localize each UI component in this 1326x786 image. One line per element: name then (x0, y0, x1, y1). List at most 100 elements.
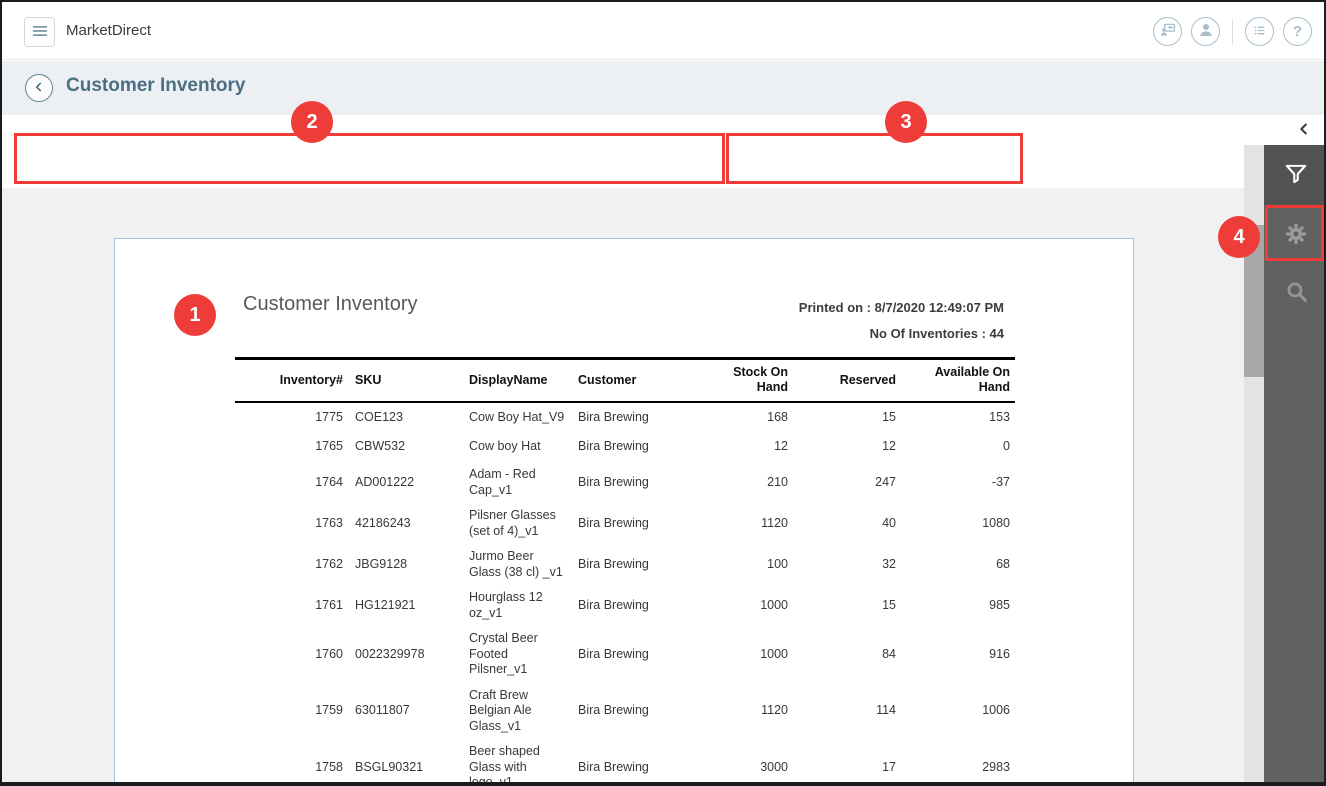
settings-panel-button[interactable] (1264, 205, 1326, 265)
table-row: 1759 63011807 Craft Brew Belgian Ale Gla… (235, 683, 1015, 740)
table-header: Inventory# SKU DisplayName Customer Stoc… (235, 359, 1015, 403)
header-divider (1232, 19, 1233, 45)
cell-sku: 42186243 (345, 503, 465, 544)
cell-inventory: 1759 (235, 683, 345, 740)
cell-customer: Bira Brewing (569, 462, 725, 503)
inventory-table: Inventory# SKU DisplayName Customer Stoc… (235, 357, 1015, 786)
filter-panel-button[interactable] (1264, 145, 1326, 205)
cell-customer: Bira Brewing (569, 585, 725, 626)
cell-sku: COE123 (345, 402, 465, 432)
cell-sku: BSGL90321 (345, 739, 465, 786)
cell-inventory: 1763 (235, 503, 345, 544)
cell-inventory: 1765 (235, 432, 345, 462)
cell-stock-on-hand: 1120 (725, 503, 790, 544)
cell-available-on-hand: 2983 (898, 739, 1015, 786)
list-button[interactable] (1245, 17, 1274, 46)
table-row: 1775 COE123 Cow Boy Hat_V9 Bira Brewing … (235, 402, 1015, 432)
gear-icon (1283, 221, 1309, 250)
support-icon (1159, 21, 1177, 42)
table-header-row: Inventory# SKU DisplayName Customer Stoc… (235, 359, 1015, 403)
table-row: 1761 HG121921 Hourglass 12 oz_v1 Bira Br… (235, 585, 1015, 626)
report-printed-on: Printed on : 8/7/2020 12:49:07 PM (799, 300, 1004, 315)
report-inventory-count: No Of Inventories : 44 (870, 326, 1004, 341)
cell-customer: Bira Brewing (569, 544, 725, 585)
app-window: MarketDirect (0, 0, 1326, 786)
cell-stock-on-hand: 1000 (725, 626, 790, 683)
cell-display-name: Craft Brew Belgian Ale Glass_v1 (465, 683, 569, 740)
cell-customer: Bira Brewing (569, 683, 725, 740)
cell-stock-on-hand: 168 (725, 402, 790, 432)
menu-button[interactable] (24, 17, 55, 47)
cell-display-name: Pilsner Glasses (set of 4)_v1 (465, 503, 569, 544)
table-body: 1775 COE123 Cow Boy Hat_V9 Bira Brewing … (235, 402, 1015, 786)
cell-inventory: 1762 (235, 544, 345, 585)
cell-inventory: 1764 (235, 462, 345, 503)
cell-available-on-hand: 1080 (898, 503, 1015, 544)
scrollbar-thumb[interactable] (1244, 225, 1264, 377)
top-header: MarketDirect (2, 2, 1324, 60)
table-row: 1760 0022329978 Crystal Beer Footed Pils… (235, 626, 1015, 683)
header-actions: ? (1153, 17, 1312, 46)
help-button[interactable]: ? (1283, 17, 1312, 46)
cell-inventory: 1761 (235, 585, 345, 626)
search-panel-button[interactable] (1264, 263, 1326, 323)
cell-available-on-hand: 916 (898, 626, 1015, 683)
cell-customer: Bira Brewing (569, 432, 725, 462)
column-header-inventory: Inventory# (235, 359, 345, 403)
cell-stock-on-hand: 1120 (725, 683, 790, 740)
cell-inventory: 1760 (235, 626, 345, 683)
cell-available-on-hand: 68 (898, 544, 1015, 585)
breadcrumb: Customer Inventory (2, 61, 1324, 115)
cell-sku: 63011807 (345, 683, 465, 740)
cell-reserved: 114 (790, 683, 898, 740)
table-row: 1765 CBW532 Cow boy Hat Bira Brewing 12 … (235, 432, 1015, 462)
report-page: Customer Inventory Printed on : 8/7/2020… (114, 238, 1134, 786)
cell-display-name: Cow Boy Hat_V9 (465, 402, 569, 432)
column-header-stock-on-hand: Stock On Hand (725, 359, 790, 403)
cell-inventory: 1758 (235, 739, 345, 786)
column-header-customer: Customer (569, 359, 725, 403)
cell-sku: HG121921 (345, 585, 465, 626)
cell-reserved: 12 (790, 432, 898, 462)
cell-display-name: Adam - Red Cap_v1 (465, 462, 569, 503)
cell-sku: JBG9128 (345, 544, 465, 585)
cell-customer: Bira Brewing (569, 503, 725, 544)
cell-available-on-hand: 0 (898, 432, 1015, 462)
cell-customer: Bira Brewing (569, 402, 725, 432)
search-icon (1284, 279, 1309, 307)
collapse-panel-button[interactable] (1292, 118, 1316, 142)
table-row: 1764 AD001222 Adam - Red Cap_v1 Bira Bre… (235, 462, 1015, 503)
back-button[interactable] (25, 74, 53, 102)
cell-stock-on-hand: 12 (725, 432, 790, 462)
cell-sku: AD001222 (345, 462, 465, 503)
cell-stock-on-hand: 3000 (725, 739, 790, 786)
column-header-sku: SKU (345, 359, 465, 403)
cell-sku: 0022329978 (345, 626, 465, 683)
cell-display-name: Cow boy Hat (465, 432, 569, 462)
cell-reserved: 40 (790, 503, 898, 544)
report-title: Customer Inventory (243, 293, 418, 316)
app-title: MarketDirect (66, 22, 151, 39)
cell-display-name: Jurmo Beer Glass (38 cl) _v1 (465, 544, 569, 585)
hamburger-icon (29, 20, 51, 45)
cell-inventory: 1775 (235, 402, 345, 432)
cell-display-name: Crystal Beer Footed Pilsner_v1 (465, 626, 569, 683)
cell-available-on-hand: 985 (898, 585, 1015, 626)
chevron-left-icon (1297, 122, 1311, 139)
cell-stock-on-hand: 1000 (725, 585, 790, 626)
cell-available-on-hand: 153 (898, 402, 1015, 432)
column-header-available-on-hand: Available On Hand (898, 359, 1015, 403)
cell-display-name: Hourglass 12 oz_v1 (465, 585, 569, 626)
cell-reserved: 15 (790, 402, 898, 432)
report-viewport: Customer Inventory Printed on : 8/7/2020… (2, 188, 1244, 786)
column-header-display-name: DisplayName (465, 359, 569, 403)
column-header-reserved: Reserved (790, 359, 898, 403)
cell-available-on-hand: 1006 (898, 683, 1015, 740)
list-icon (1251, 22, 1268, 42)
user-button[interactable] (1191, 17, 1220, 46)
cell-customer: Bira Brewing (569, 739, 725, 786)
support-button[interactable] (1153, 17, 1182, 46)
chevron-left-icon (31, 79, 47, 98)
cell-available-on-hand: -37 (898, 462, 1015, 503)
cell-reserved: 84 (790, 626, 898, 683)
